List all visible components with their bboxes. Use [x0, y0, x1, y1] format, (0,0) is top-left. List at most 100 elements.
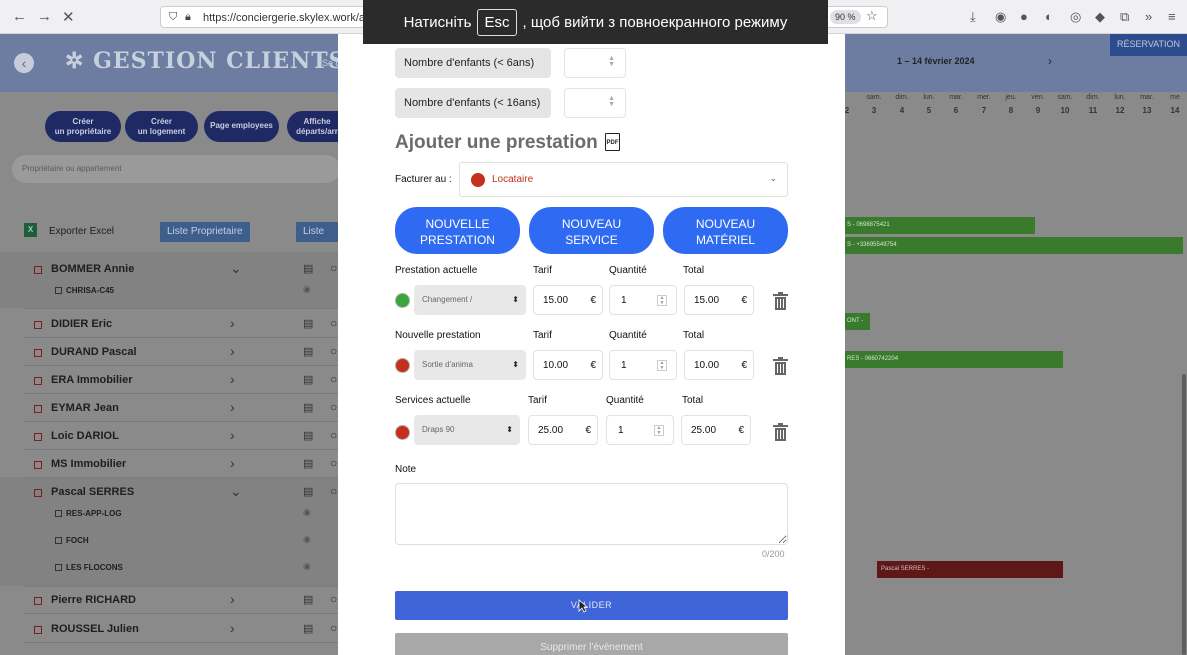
service-select[interactable]: Draps 90 ⬍	[414, 415, 520, 445]
chevron-right-icon[interactable]: ›	[230, 455, 235, 471]
checkbox[interactable]	[34, 597, 42, 605]
back-arrow-icon[interactable]: ←	[12, 8, 27, 25]
spinner-icon[interactable]: ▲ ▼	[608, 95, 615, 108]
booking-bar[interactable]: Pascal SERRES -	[877, 561, 1063, 578]
checkbox[interactable]	[34, 377, 42, 385]
trash-icon[interactable]	[773, 292, 788, 310]
prestation-select[interactable]: Sortie d'anima ⬍	[414, 350, 526, 380]
chevron-right-icon[interactable]: ›	[230, 343, 235, 359]
document-icon[interactable]: ▤	[303, 485, 313, 498]
search-icon[interactable]: ○	[330, 261, 337, 275]
new-prestation-button[interactable]: NOUVELLE PRESTATION	[395, 207, 520, 254]
booking-bar[interactable]: ONT -	[843, 313, 870, 330]
account-icon[interactable]: ◉	[995, 9, 1006, 25]
spinner-icon[interactable]: ▲ ▼	[608, 55, 615, 68]
trash-icon[interactable]	[773, 423, 788, 441]
reservation-button[interactable]: RÉSERVATION	[1110, 34, 1187, 56]
apartment-item[interactable]: RES-APP-LOG ◉	[55, 507, 311, 518]
search-icon[interactable]: ○	[330, 621, 337, 635]
quantity-input[interactable]: 1 ▲ ▼	[606, 415, 674, 445]
document-icon[interactable]: ▤	[303, 457, 313, 470]
checkbox[interactable]	[34, 626, 42, 634]
eye-icon[interactable]: ◉	[303, 507, 311, 518]
checkbox[interactable]	[34, 321, 42, 329]
document-icon[interactable]: ▤	[303, 262, 313, 275]
apartment-item[interactable]: FOCH ◉	[55, 534, 311, 545]
checkbox[interactable]	[34, 405, 42, 413]
new-service-button[interactable]: NOUVEAU SERVICE	[529, 207, 654, 254]
pdf-icon[interactable]: PDF	[605, 133, 620, 151]
search-icon[interactable]: ○	[330, 592, 337, 606]
search-icon[interactable]: ○	[330, 456, 337, 470]
search-icon[interactable]: ○	[330, 344, 337, 358]
chevron-right-icon[interactable]: ›	[230, 315, 235, 331]
delete-event-button[interactable]: Supprimer l'évènement	[395, 633, 788, 655]
apartment-item[interactable]: LES FLOCONS ◉	[55, 561, 311, 572]
tarif-input[interactable]: 10.00 €	[533, 350, 603, 380]
forward-arrow-icon[interactable]: →	[37, 8, 52, 25]
chevron-right-icon[interactable]: ›	[230, 371, 235, 387]
children-under-6-input[interactable]: ▲ ▼	[564, 48, 626, 78]
search-icon[interactable]: ○	[330, 372, 337, 386]
spinner-icon[interactable]: ▲ ▼	[654, 425, 664, 436]
extension-icon[interactable]: ◎	[1070, 9, 1081, 25]
checkbox[interactable]	[34, 266, 42, 274]
booking-bar[interactable]: S - 0698875421	[843, 217, 1035, 234]
spinner-icon[interactable]: ▲ ▼	[657, 360, 667, 371]
apartment-item[interactable]: CHRISA-C45 ◉	[55, 284, 311, 295]
bookmark-star-icon[interactable]: ☆	[866, 8, 878, 24]
chevron-right-icon[interactable]: ›	[1048, 54, 1052, 68]
excel-icon[interactable]: X	[24, 223, 37, 237]
search-icon[interactable]: ○	[330, 484, 337, 498]
create-housing-button[interactable]: Créer un logement	[125, 111, 198, 142]
document-icon[interactable]: ▤	[303, 593, 313, 606]
total-input[interactable]: 25.00 €	[681, 415, 751, 445]
new-materiel-button[interactable]: NOUVEAU MATÉRIEL	[663, 207, 788, 254]
search-input[interactable]: Propriétaire ou appartement	[12, 155, 340, 183]
export-excel-label[interactable]: Exporter Excel	[49, 226, 114, 237]
quantity-input[interactable]: 1 ▲ ▼	[609, 285, 677, 315]
chevron-right-icon[interactable]: ›	[230, 620, 235, 636]
search-icon[interactable]: ○	[330, 400, 337, 414]
chevron-right-icon[interactable]: ›	[230, 591, 235, 607]
chevron-down-icon[interactable]: ⌄	[230, 260, 242, 277]
prestation-select[interactable]: Changement / ⬍	[414, 285, 526, 315]
chevron-right-icon[interactable]: ›	[230, 399, 235, 415]
document-icon[interactable]: ▤	[303, 345, 313, 358]
chevron-right-icon[interactable]: ›	[230, 427, 235, 443]
checkbox[interactable]	[34, 349, 42, 357]
chevron-down-icon[interactable]: ⌄	[230, 483, 242, 500]
checkbox[interactable]	[55, 510, 62, 517]
checkbox[interactable]	[34, 489, 42, 497]
checkbox[interactable]	[55, 287, 62, 294]
eye-icon[interactable]: ◉	[303, 561, 311, 572]
checkbox[interactable]	[55, 564, 62, 571]
tarif-input[interactable]: 25.00 €	[528, 415, 598, 445]
document-icon[interactable]: ▤	[303, 429, 313, 442]
checkbox[interactable]	[55, 537, 62, 544]
tarif-input[interactable]: 15.00 €	[533, 285, 603, 315]
eye-icon[interactable]: ◉	[303, 534, 311, 545]
spinner-icon[interactable]: ▲ ▼	[657, 295, 667, 306]
stop-loading-icon[interactable]: ✕	[62, 8, 75, 26]
children-under-16-input[interactable]: ▲ ▼	[564, 88, 626, 118]
employees-page-button[interactable]: Page employees	[204, 111, 279, 142]
back-circle-icon[interactable]: ‹	[14, 53, 34, 73]
download-icon[interactable]: ⤓	[970, 9, 976, 25]
puzzle-icon[interactable]: ⧉	[1120, 9, 1129, 25]
extension-icon[interactable]: ◐	[1045, 9, 1053, 24]
owner-list-button[interactable]: Liste Proprietaire	[160, 222, 250, 242]
menu-icon[interactable]: ≡	[1168, 9, 1176, 24]
facturer-select[interactable]: Locataire ⌄	[459, 162, 788, 197]
apartment-list-button[interactable]: Liste Ap	[296, 222, 340, 242]
quantity-input[interactable]: 1 ▲ ▼	[609, 350, 677, 380]
validate-button[interactable]: VALIDER	[395, 591, 788, 620]
total-input[interactable]: 15.00 €	[684, 285, 754, 315]
search-icon[interactable]: ○	[330, 316, 337, 330]
extension-icon[interactable]: ◆	[1095, 9, 1105, 25]
trash-icon[interactable]	[773, 357, 788, 375]
scrollbar[interactable]	[1182, 374, 1186, 655]
booking-bar[interactable]: S - +33695549754	[843, 237, 1183, 254]
document-icon[interactable]: ▤	[303, 622, 313, 635]
checkbox[interactable]	[34, 433, 42, 441]
